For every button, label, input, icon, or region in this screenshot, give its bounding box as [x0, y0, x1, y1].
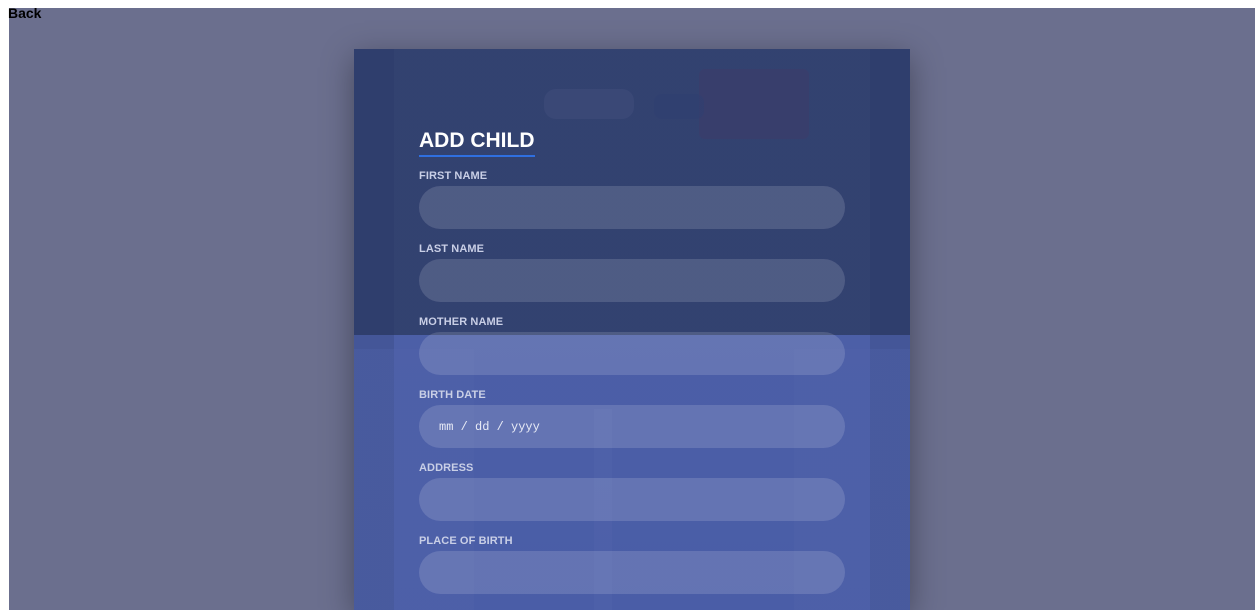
- birth-date-input[interactable]: mm / dd / yyyy: [419, 405, 845, 448]
- address-group: ADDRESS: [419, 462, 845, 521]
- birth-date-group: BIRTH DATE mm / dd / yyyy: [419, 389, 845, 448]
- birth-date-placeholder: mm / dd / yyyy: [439, 419, 540, 434]
- mother-name-group: MOTHER NAME: [419, 316, 845, 375]
- last-name-input[interactable]: [419, 259, 845, 302]
- last-name-group: LAST NAME: [419, 243, 845, 302]
- place-of-birth-label: PLACE OF BIRTH: [419, 535, 513, 547]
- mother-name-label: MOTHER NAME: [419, 316, 504, 328]
- first-name-label: FIRST NAME: [419, 170, 488, 182]
- back-link[interactable]: Back: [8, 5, 41, 21]
- address-input[interactable]: [419, 478, 845, 521]
- add-child-card: ADD CHILD FIRST NAME LAST NAME MOTHER NA…: [354, 49, 910, 610]
- birth-date-label: BIRTH DATE: [419, 389, 486, 401]
- address-label: ADDRESS: [419, 462, 474, 474]
- mother-name-input[interactable]: [419, 332, 845, 375]
- add-child-form: ADD CHILD FIRST NAME LAST NAME MOTHER NA…: [419, 129, 845, 594]
- first-name-input[interactable]: [419, 186, 845, 229]
- place-of-birth-input[interactable]: [419, 551, 845, 594]
- form-title: ADD CHILD: [419, 129, 535, 157]
- place-of-birth-group: PLACE OF BIRTH: [419, 535, 845, 594]
- last-name-label: LAST NAME: [419, 243, 485, 255]
- first-name-group: FIRST NAME: [419, 170, 845, 229]
